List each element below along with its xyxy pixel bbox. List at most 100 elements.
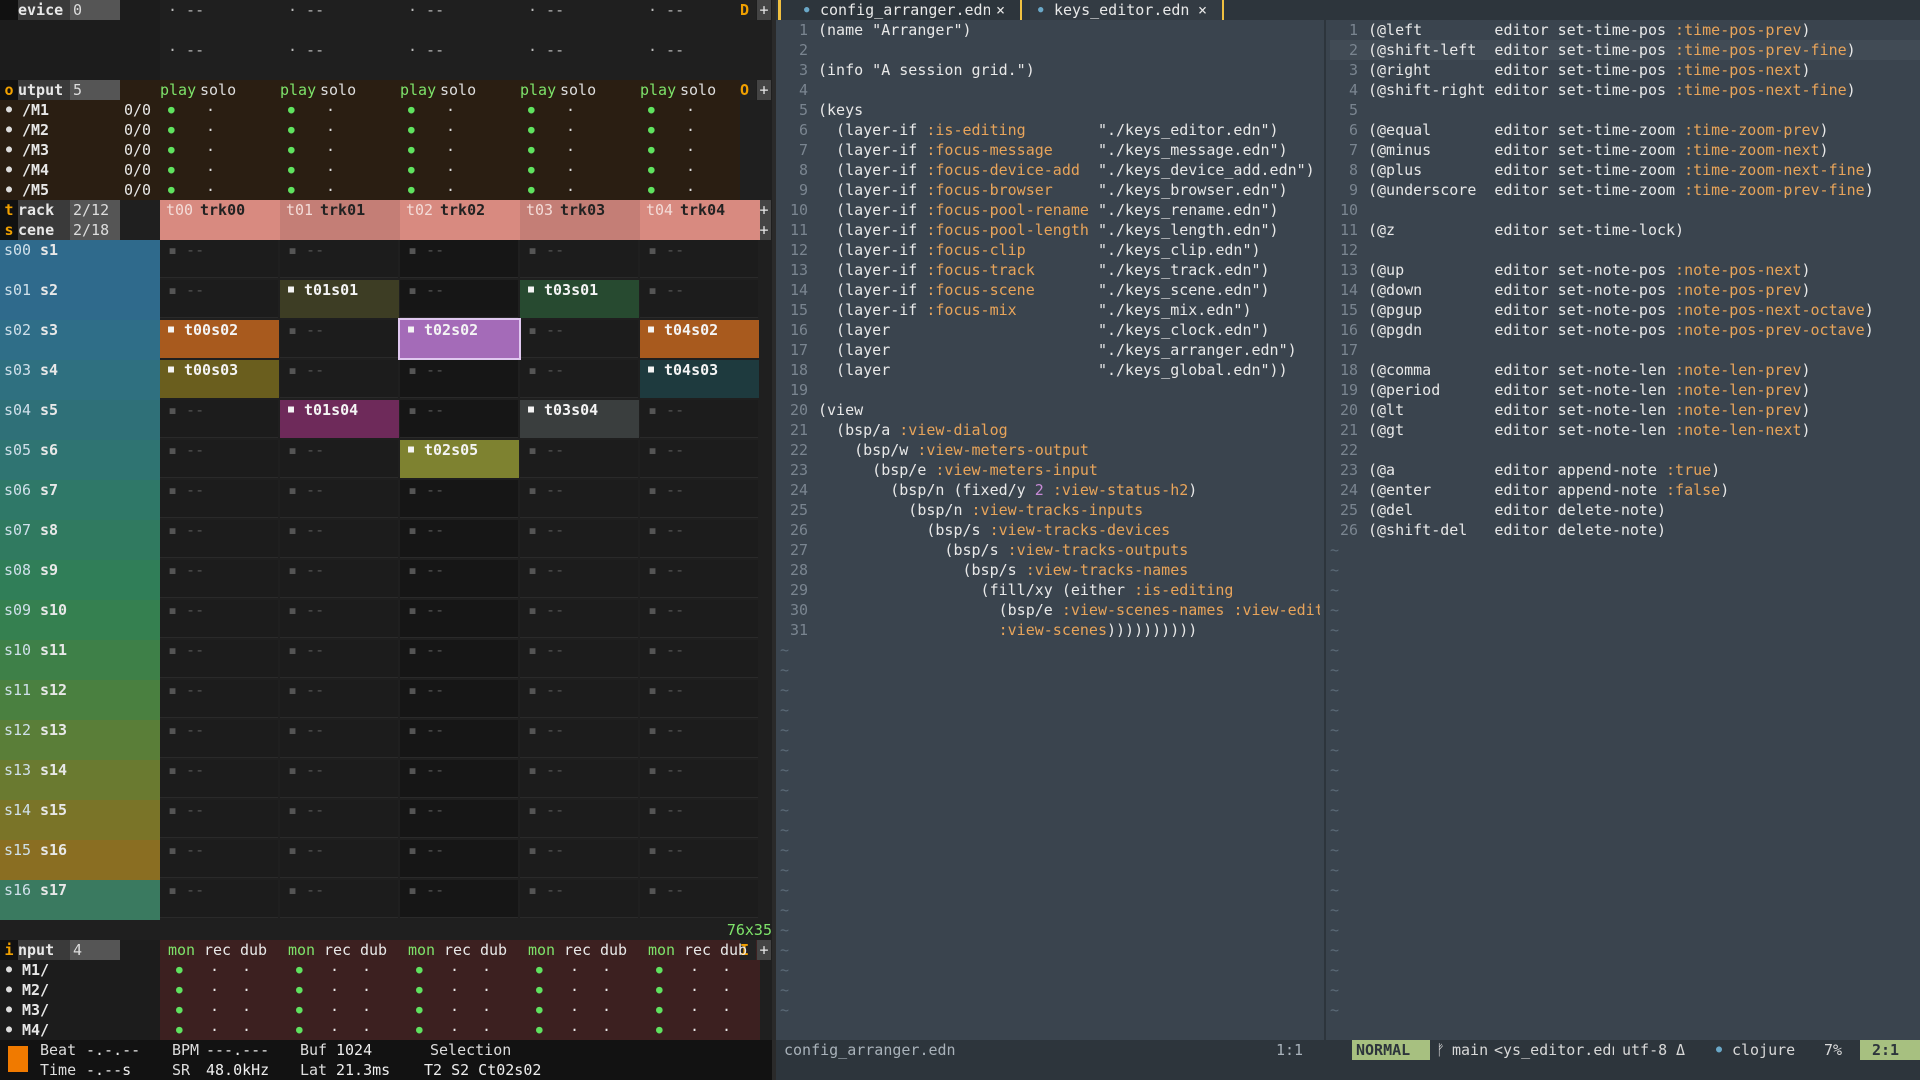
clip-slot-empty[interactable]: ▪ -- [160,280,278,318]
monitor-indicator[interactable]: ● [176,1020,190,1040]
solo-indicator[interactable]: · [686,160,700,180]
solo-indicator[interactable]: · [446,180,460,200]
record-indicator[interactable]: · [570,980,584,1000]
dub-indicator[interactable]: · [722,960,736,980]
monitor-indicator[interactable]: ● [296,980,310,1000]
dub-indicator[interactable]: · [602,960,616,980]
code-line[interactable]: 18 (layer "./keys_global.edn")) [780,360,1320,380]
monitor-indicator[interactable]: ● [536,1000,550,1020]
track-header-t03[interactable]: t03 trk03 [520,200,640,240]
clip-slot-empty[interactable]: ▪ -- [640,880,758,918]
input-port-name[interactable]: M4/ [22,1020,82,1040]
clip-slot-empty[interactable]: ▪ -- [400,600,518,638]
clip-slot-empty[interactable]: ▪ -- [160,440,278,478]
rec-label[interactable]: rec [324,940,360,960]
clip-t03s01[interactable]: ■ t03s01 [520,280,639,318]
record-indicator[interactable]: · [690,960,704,980]
clip-slot-empty[interactable]: ▪ -- [400,560,518,598]
clip-slot-empty[interactable]: ▪ -- [160,760,278,798]
play-indicator[interactable]: ● [288,140,302,160]
clip-slot-empty[interactable]: ▪ -- [160,720,278,758]
clip-t03s04[interactable]: ■ t03s04 [520,400,639,438]
play-label[interactable]: play [160,80,200,100]
clip-slot-empty[interactable]: ▪ -- [280,840,398,878]
clip-t02s05[interactable]: ■ t02s05 [400,440,519,478]
code-line[interactable]: 13 (@up editor set-note-pos :note-pos-nex… [1330,260,1920,280]
scene-s09[interactable]: s09 s10 [0,600,160,640]
scene-s13[interactable]: s13 s14 [0,760,160,800]
code-line[interactable]: 20 (@lt editor set-note-len :note-len-pre… [1330,400,1920,420]
dub-indicator[interactable]: · [242,980,256,1000]
code-line[interactable]: 13 (layer-if :focus-track "./keys_track.… [780,260,1320,280]
track-header-t04[interactable]: t04 trk04 [640,200,760,240]
clip-t04s03[interactable]: ■ t04s03 [640,360,759,398]
code-line[interactable]: 24 (bsp/n (fixed/y 2 :view-status-h2) [780,480,1320,500]
code-line[interactable]: 20 (view [780,400,1320,420]
clip-t00s02[interactable]: ■ t00s02 [160,320,279,358]
play-indicator[interactable]: ● [648,140,662,160]
code-line[interactable]: 31 :view-scenes)))))))))) [780,620,1320,640]
clip-slot-empty[interactable]: ▪ -- [640,400,758,438]
tab-close-icon[interactable]: × [996,0,1008,20]
play-indicator[interactable]: ● [168,160,182,180]
play-indicator[interactable]: ● [648,100,662,120]
track-header-t02[interactable]: t02 trk02 [400,200,520,240]
monitor-indicator[interactable]: ● [656,1020,670,1040]
output-port-name[interactable]: /M3 [22,140,82,160]
clip-slot-empty[interactable]: ▪ -- [400,800,518,838]
play-indicator[interactable]: ● [528,120,542,140]
monitor-indicator[interactable]: ● [536,1020,550,1040]
device-slot[interactable]: · -- [648,40,748,60]
scene-s11[interactable]: s11 s12 [0,680,160,720]
clip-slot-empty[interactable]: ▪ -- [520,760,638,798]
scene-s01[interactable]: s01 s2 [0,280,160,320]
play-indicator[interactable]: ● [408,160,422,180]
dub-indicator[interactable]: · [362,960,376,980]
code-line[interactable]: 25 (bsp/n :view-tracks-inputs [780,500,1320,520]
code-line[interactable]: 1 (name "Arranger") [780,20,1320,40]
code-line[interactable]: 9 (layer-if :focus-browser "./keys_brows… [780,180,1320,200]
monitor-indicator[interactable]: ● [416,1000,430,1020]
mon-label[interactable]: mon [528,940,564,960]
solo-indicator[interactable]: · [686,140,700,160]
solo-indicator[interactable]: · [206,160,220,180]
code-line[interactable]: 23 (bsp/e :view-meters-input [780,460,1320,480]
output-port-name[interactable]: /M5 [22,180,82,200]
record-indicator[interactable]: · [450,1020,464,1040]
clip-slot-empty[interactable]: ▪ -- [520,320,638,358]
mon-label[interactable]: mon [408,940,444,960]
tab-keys-editor[interactable]: ● keys_editor.edn × [1030,0,1224,20]
rec-label[interactable]: rec [564,940,600,960]
code-line[interactable]: 8 (layer-if :focus-device-add "./keys_de… [780,160,1320,180]
play-indicator[interactable]: ● [408,120,422,140]
clip-slot-empty[interactable]: ▪ -- [280,800,398,838]
clip-slot-empty[interactable]: ▪ -- [400,840,518,878]
solo-indicator[interactable]: · [326,120,340,140]
scene-s08[interactable]: s08 s9 [0,560,160,600]
code-line[interactable]: 3 (info "A session grid.") [780,60,1320,80]
code-line[interactable]: 26 (@shift-del editor delete-note) [1330,520,1920,540]
code-line[interactable]: 23 (@a editor append-note :true) [1330,460,1920,480]
monitor-indicator[interactable]: ● [656,980,670,1000]
record-button[interactable] [8,1046,28,1072]
monitor-indicator[interactable]: ● [656,1000,670,1020]
clip-slot-empty[interactable]: ▪ -- [520,800,638,838]
clip-slot-empty[interactable]: ▪ -- [640,680,758,718]
solo-indicator[interactable]: · [686,180,700,200]
monitor-indicator[interactable]: ● [296,960,310,980]
dub-indicator[interactable]: · [482,980,496,1000]
solo-label[interactable]: solo [560,80,600,100]
play-indicator[interactable]: ● [288,180,302,200]
clip-slot-empty[interactable]: ▪ -- [520,880,638,918]
code-line[interactable]: 2 [780,40,1320,60]
clip-slot-empty[interactable]: ▪ -- [160,400,278,438]
clip-slot-empty[interactable]: ▪ -- [640,520,758,558]
solo-indicator[interactable]: · [686,120,700,140]
clip-slot-empty[interactable]: ▪ -- [400,480,518,518]
code-line[interactable]: 10 (layer-if :focus-pool-rename "./keys_… [780,200,1320,220]
scene-s16[interactable]: s16 s17 [0,880,160,920]
dub-indicator[interactable]: · [482,1020,496,1040]
play-indicator[interactable]: ● [408,140,422,160]
code-line[interactable]: 21 (@gt editor set-note-len :note-len-nex… [1330,420,1920,440]
clip-t04s02[interactable]: ■ t04s02 [640,320,759,358]
